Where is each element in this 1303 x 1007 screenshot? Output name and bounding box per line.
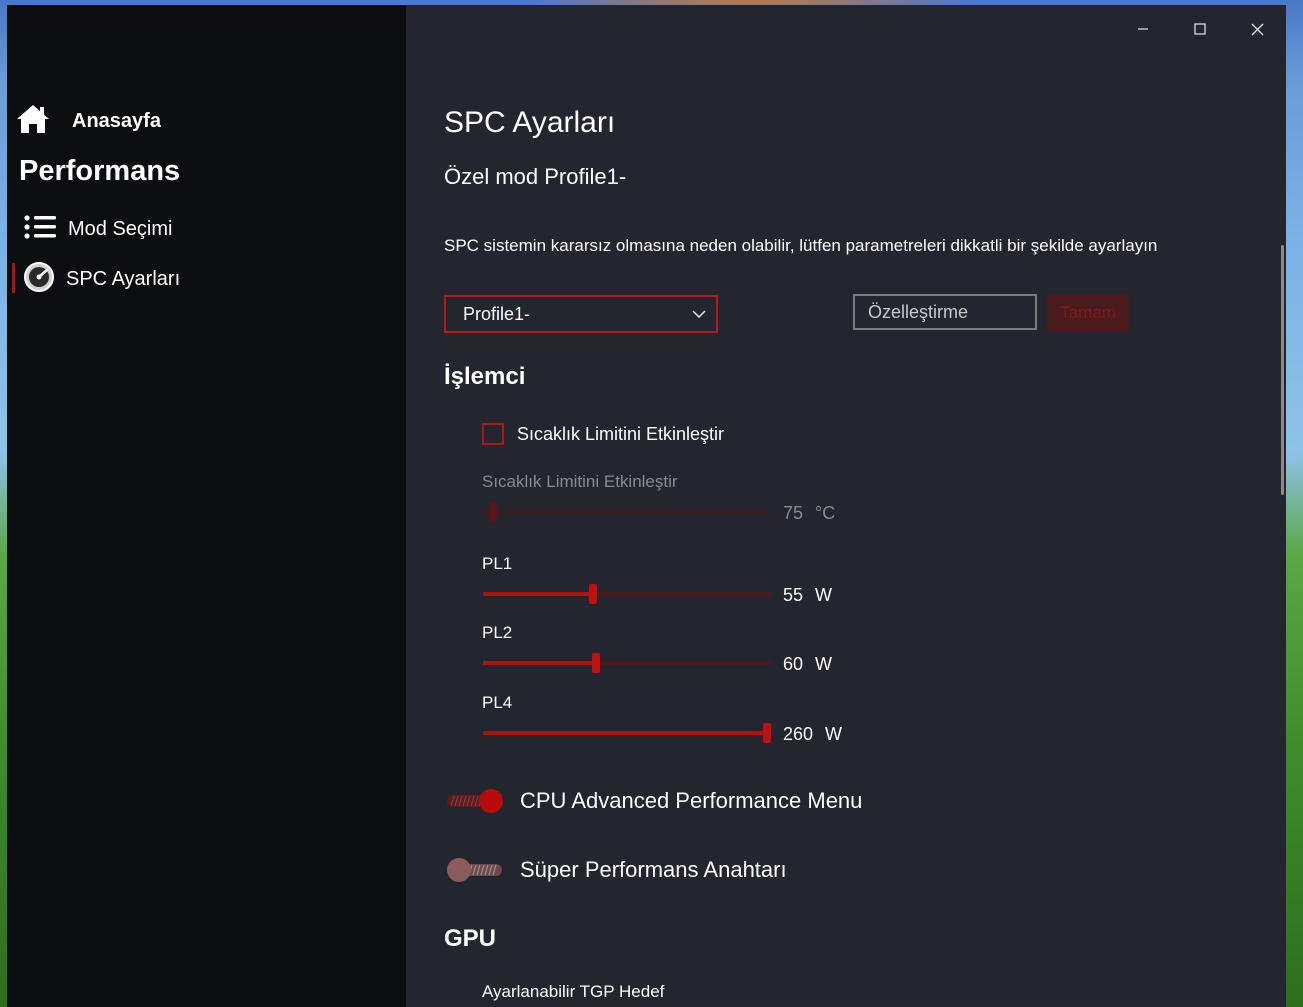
sidebar-section-title: Performans	[19, 155, 181, 187]
cpu-section-title: İşlemci	[444, 363, 526, 390]
pl2-unit: W	[815, 654, 832, 674]
super-performance-toggle[interactable]	[446, 857, 504, 883]
pl4-value: 260	[783, 724, 814, 744]
sidebar-item-label: Mod Seçimi	[68, 218, 173, 240]
cpu-advanced-toggle[interactable]	[446, 788, 504, 814]
chevron-down-icon	[692, 310, 706, 319]
temp-slider-value: 75	[783, 503, 804, 523]
home-icon	[15, 103, 51, 140]
page-subtitle: Özel mod Profile1-	[444, 164, 627, 189]
temp-slider-unit: °C	[815, 503, 836, 523]
pl1-value: 55	[783, 585, 804, 605]
page-title: SPC Ayarları	[444, 106, 616, 139]
slider-thumb[interactable]	[589, 584, 597, 604]
toggle-off-icon	[447, 858, 502, 882]
pl1-label: PL1	[482, 554, 513, 573]
pl1-slider[interactable]	[483, 584, 771, 604]
slider-thumb[interactable]	[763, 723, 771, 743]
profile-name-input[interactable]: Özelleştirme	[853, 294, 1037, 330]
sidebar: Anasayfa Performans Mod Seçimi SPC Ayarl…	[7, 5, 406, 1007]
slider-fill	[483, 731, 767, 735]
gpu-section-title: GPU	[444, 925, 497, 952]
pl2-slider[interactable]	[483, 653, 771, 673]
tgp-label: Ayarlanabilir TGP Hedef	[482, 982, 665, 1001]
profile-name-placeholder: Özelleştirme	[868, 301, 969, 322]
nav-home-label: Anasayfa	[72, 110, 161, 132]
toggle-on-icon	[447, 789, 503, 813]
pl4-unit: W	[825, 724, 842, 744]
temp-limit-slider[interactable]	[483, 502, 771, 522]
super-performance-label: Süper Performans Anahtarı	[520, 857, 787, 882]
warning-text: SPC sistemin kararsız olmasına neden ola…	[444, 236, 1158, 255]
pl4-slider[interactable]	[483, 723, 771, 743]
sidebar-item-label: SPC Ayarları	[66, 268, 181, 290]
pl1-unit: W	[815, 585, 832, 605]
active-indicator	[12, 263, 15, 293]
list-icon	[23, 213, 57, 246]
slider-fill	[483, 661, 596, 665]
temp-limit-checkbox-label: Sıcaklık Limitini Etkinleştir	[517, 424, 725, 444]
scrollbar[interactable]	[1281, 245, 1284, 495]
app-window: Anasayfa Performans Mod Seçimi SPC Ayarl…	[7, 5, 1286, 1007]
pl2-value: 60	[783, 654, 804, 674]
slider-thumb[interactable]	[592, 653, 600, 673]
speedometer-icon	[23, 261, 55, 298]
temp-limit-checkbox[interactable]	[482, 423, 504, 445]
nav-home[interactable]: Anasayfa	[15, 103, 161, 140]
temp-slider-label: Sıcaklık Limitini Etkinleştir	[482, 472, 678, 491]
slider-fill	[483, 592, 593, 596]
sidebar-item-spc-ayarlari[interactable]: SPC Ayarları	[23, 261, 180, 298]
ok-button[interactable]: Tamam	[1047, 294, 1129, 332]
sidebar-item-mod-secimi[interactable]: Mod Seçimi	[23, 213, 172, 246]
slider-thumb[interactable]	[489, 502, 497, 522]
main-content: SPC Ayarları Özel mod Profile1- SPC sist…	[406, 5, 1286, 1007]
profile-dropdown[interactable]: Profile1-	[444, 295, 718, 333]
pl2-label: PL2	[482, 623, 513, 642]
cpu-advanced-label: CPU Advanced Performance Menu	[520, 788, 863, 813]
profile-dropdown-value: Profile1-	[463, 303, 531, 324]
pl4-label: PL4	[482, 693, 513, 712]
